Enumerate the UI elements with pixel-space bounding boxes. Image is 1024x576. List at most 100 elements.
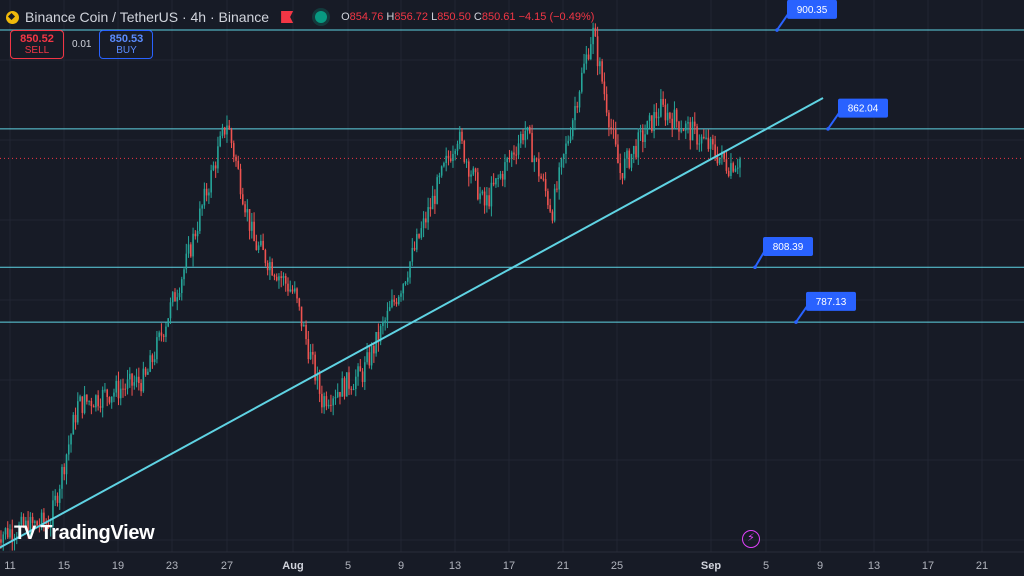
candle: [169, 297, 172, 324]
candle: [203, 182, 206, 209]
candle: [99, 398, 102, 413]
candle: [630, 153, 633, 172]
candle: [465, 158, 468, 168]
candle: [529, 125, 531, 135]
candle: [113, 388, 115, 403]
candle: [651, 115, 653, 133]
candle: [506, 156, 509, 171]
ascending-trendline[interactable]: [0, 97, 824, 549]
candle: [619, 153, 622, 180]
candle: [354, 369, 357, 397]
sell-button[interactable]: 850.52 SELL: [10, 30, 64, 59]
candle: [151, 353, 154, 369]
candle: [440, 165, 443, 178]
candle: [542, 173, 545, 182]
candle: [359, 359, 362, 372]
candle: [321, 385, 323, 414]
buy-button[interactable]: 850.53 BUY: [99, 30, 154, 59]
candle: [445, 147, 447, 172]
candle: [357, 363, 359, 386]
time-axis-tick: 9: [398, 560, 404, 572]
candle: [327, 399, 330, 409]
candle: [427, 197, 429, 230]
lightning-icon[interactable]: ⚡: [742, 530, 760, 548]
candle: [571, 118, 574, 140]
candle: [248, 208, 251, 240]
candle: [583, 53, 585, 74]
candle: [183, 266, 185, 286]
candle: [74, 407, 77, 430]
candle: [126, 369, 129, 395]
candle: [452, 145, 454, 168]
candle: [544, 172, 547, 197]
time-axis-tick: Aug: [282, 560, 303, 572]
candle: [284, 273, 287, 292]
candle: [332, 395, 334, 416]
candle: [61, 464, 63, 499]
candle: [429, 198, 432, 217]
candle: [556, 181, 558, 193]
time-axis-tick: 5: [345, 560, 351, 572]
candles: [0, 22, 741, 551]
level-label[interactable]: 900.35: [775, 0, 837, 32]
symbol-title[interactable]: Binance Coin / TetherUS · 4h · Binance: [25, 9, 269, 25]
candle: [601, 58, 603, 84]
candle: [678, 120, 680, 141]
candle: [648, 112, 651, 129]
candle: [727, 167, 730, 178]
candle: [90, 397, 93, 415]
candle: [540, 173, 542, 180]
price-chart[interactable]: 900.35 862.04 808.39 787.13 11 15 19 23 27 Aug 5 9 1…: [0, 0, 1024, 576]
level-label[interactable]: 862.04: [826, 98, 888, 131]
candle: [314, 351, 316, 385]
candle: [684, 120, 687, 139]
candle: [149, 349, 151, 373]
candle: [538, 152, 540, 182]
candle: [660, 89, 662, 118]
chart-area[interactable]: 900.35 862.04 808.39 787.13 11 15 19 23 27 Aug 5 9 1…: [0, 0, 1024, 576]
candle: [635, 139, 637, 160]
candle: [386, 302, 389, 329]
candle: [669, 111, 671, 124]
time-axis-tick: 21: [976, 560, 988, 572]
level-label[interactable]: 808.39: [753, 237, 813, 270]
candle: [230, 127, 233, 149]
candle: [585, 45, 588, 70]
candle: [219, 131, 221, 148]
candle: [612, 119, 615, 139]
change-value: −4.15 (−0.49%): [518, 11, 595, 23]
tradingview-logo-text: TradingView: [40, 522, 155, 544]
candle: [474, 167, 477, 181]
candle: [133, 375, 136, 390]
candle: [95, 394, 97, 412]
candle: [251, 212, 253, 239]
candle: [119, 379, 122, 406]
candle: [293, 281, 296, 294]
candle: [524, 121, 527, 148]
candle: [364, 356, 366, 390]
candle: [160, 323, 163, 342]
candle: [144, 366, 147, 377]
candle: [461, 128, 463, 144]
candle: [280, 270, 283, 288]
candle: [108, 396, 111, 405]
tradingview-logo[interactable]: TV TradingView: [14, 522, 155, 545]
candle: [449, 150, 452, 163]
candle: [192, 227, 194, 267]
candle: [623, 152, 626, 181]
level-label[interactable]: 787.13: [794, 291, 856, 324]
candle: [323, 392, 325, 414]
chart-header: Binance Coin / TetherUS · 4h · Binance O…: [6, 6, 594, 28]
candle: [318, 369, 321, 403]
market-open-icon: [315, 11, 328, 23]
candle: [135, 368, 138, 388]
candle: [138, 367, 140, 391]
candle: [533, 155, 536, 172]
candle: [578, 90, 581, 113]
candle: [531, 124, 533, 163]
candle: [336, 383, 339, 399]
candle: [110, 396, 113, 409]
flag-icon[interactable]: [281, 11, 294, 23]
candle: [594, 23, 597, 37]
candle: [266, 260, 269, 276]
